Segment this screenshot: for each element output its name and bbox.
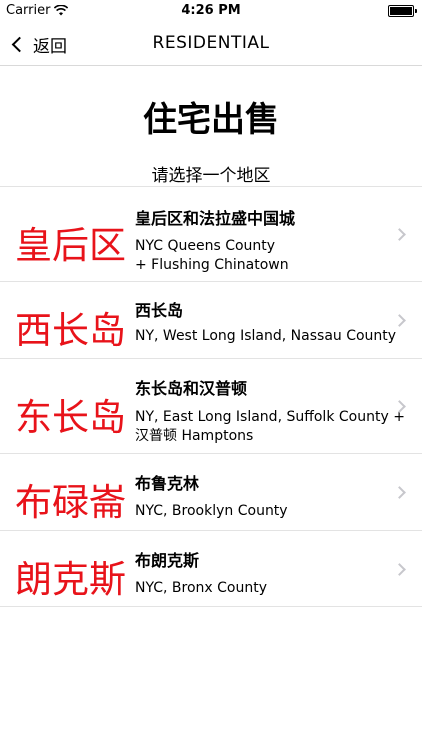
region-row-queens[interactable]: 皇后区 皇后区和法拉盛中国城 NYC Queens County + Flush… — [0, 187, 422, 282]
region-description: NYC, Bronx County — [135, 579, 267, 598]
status-time: 4:26 PM — [181, 3, 241, 18]
chevron-right-icon — [393, 563, 406, 576]
region-row-brooklyn[interactable]: 布碌崙 布鲁克林 NYC, Brooklyn County — [0, 454, 422, 531]
region-title: 皇后区和法拉盛中国城 — [135, 209, 296, 228]
region-short-name: 朗克斯 — [15, 558, 126, 601]
chevron-right-icon — [393, 486, 406, 499]
chevron-right-icon — [393, 314, 406, 327]
region-description: NY, East Long Island, Suffolk County + 汉… — [135, 408, 405, 446]
region-row-west-long-island[interactable]: 西长岛 西长岛 NY, West Long Island, Nassau Cou… — [0, 282, 422, 359]
region-description-line1: NYC, Bronx County — [135, 580, 268, 596]
region-list: 皇后区 皇后区和法拉盛中国城 NYC Queens County + Flush… — [0, 186, 422, 607]
nav-title: RESIDENTIAL — [152, 33, 270, 53]
page-subtitle: 请选择一个地区 — [151, 166, 271, 186]
region-description-line2: 汉普顿 Hamptons — [135, 428, 254, 444]
region-description-line1: NY, East Long Island, Suffolk County + — [135, 409, 405, 425]
status-bar: Carrier 4:26 PM — [0, 0, 422, 22]
navigation-bar: 返回 RESIDENTIAL — [0, 22, 422, 66]
region-short-name: 布碌崙 — [15, 481, 126, 524]
region-title: 西长岛 — [135, 301, 184, 320]
region-row-bronx[interactable]: 朗克斯 布朗克斯 NYC, Bronx County — [0, 531, 422, 607]
region-short-name: 西长岛 — [15, 309, 126, 352]
region-description: NY, West Long Island, Nassau County — [135, 327, 396, 346]
page-title: 住宅出售 — [143, 100, 279, 140]
region-description-line2: + Flushing Chinatown — [135, 257, 289, 273]
region-row-east-long-island[interactable]: 东长岛 东长岛和汉普顿 NY, East Long Island, Suffol… — [0, 359, 422, 454]
region-short-name: 东长岛 — [15, 396, 126, 439]
region-short-name: 皇后区 — [15, 224, 126, 267]
region-description: NYC, Brooklyn County — [135, 502, 288, 521]
region-description: NYC Queens County + Flushing Chinatown — [135, 237, 289, 275]
region-title: 东长岛和汉普顿 — [135, 379, 248, 398]
region-description-line1: NYC, Brooklyn County — [135, 503, 288, 519]
battery-icon — [388, 5, 417, 17]
region-description-line1: NYC Queens County — [135, 238, 276, 254]
chevron-right-icon — [393, 228, 406, 241]
region-title: 布朗克斯 — [135, 551, 200, 570]
region-description-line1: NY, West Long Island, Nassau County — [135, 328, 397, 344]
region-title: 布鲁克林 — [135, 474, 200, 493]
